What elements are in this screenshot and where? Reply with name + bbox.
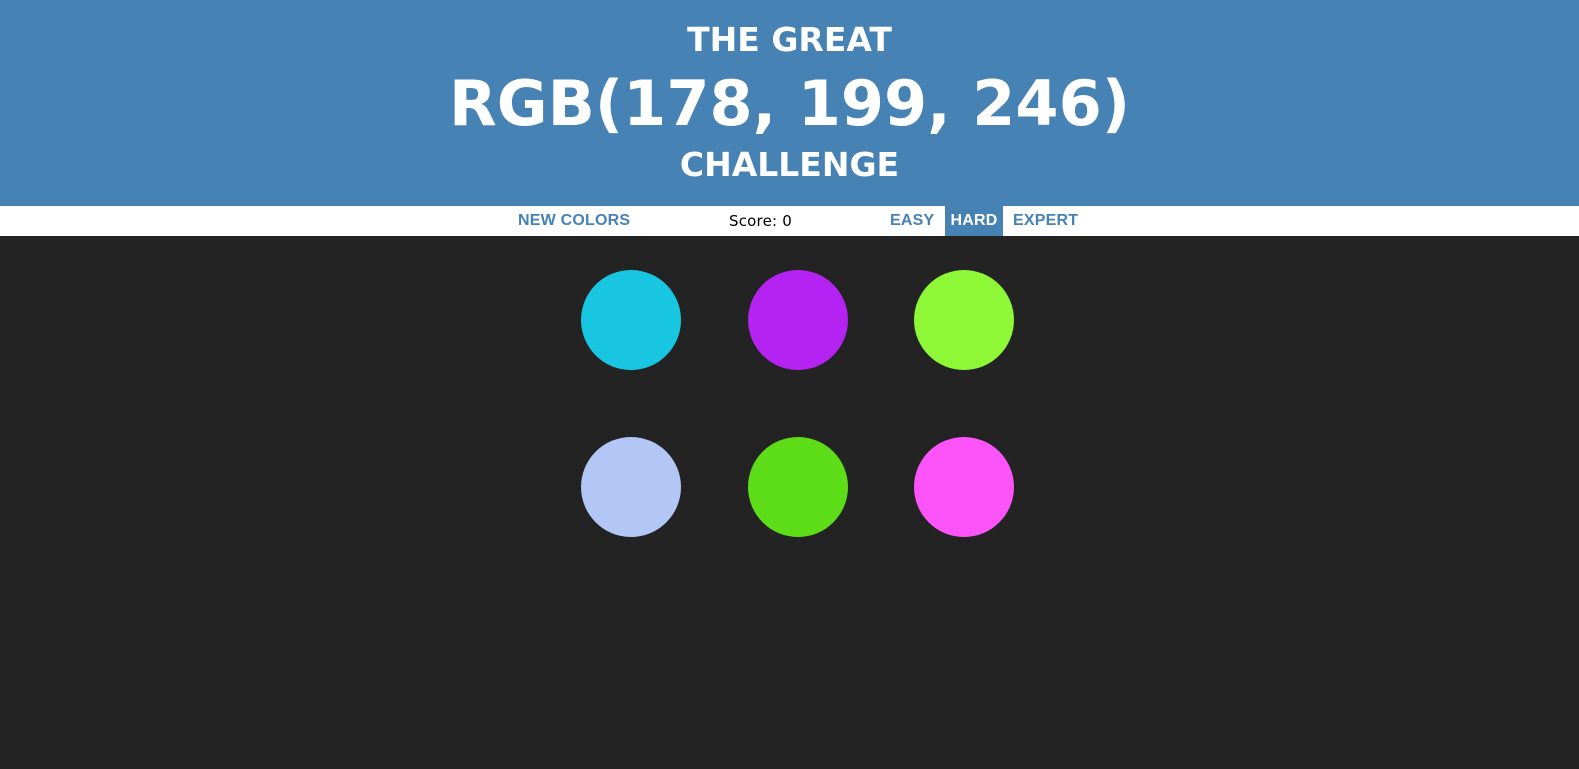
color-board [0,236,1579,769]
target-color-display: RGB(178, 199, 246) [448,67,1131,140]
mode-expert-button[interactable]: EXPERT [1013,206,1078,236]
mode-easy-button[interactable]: EASY [890,206,934,236]
color-circle[interactable] [581,270,681,370]
color-circle[interactable] [914,437,1014,537]
title-line-challenge: CHALLENGE [679,145,900,184]
color-circle[interactable] [581,437,681,537]
title-line-the-great: THE GREAT [687,20,892,59]
toolbar: NEW COLORS Score: 0 EASY HARD EXPERT [0,206,1579,236]
color-circle[interactable] [914,270,1014,370]
mode-hard-button[interactable]: HARD [945,206,1003,236]
score-display: Score: 0 [729,212,792,230]
header: THE GREAT RGB(178, 199, 246) CHALLENGE [0,0,1579,206]
color-circle[interactable] [748,437,848,537]
color-circle[interactable] [748,270,848,370]
new-colors-button[interactable]: NEW COLORS [518,206,630,236]
